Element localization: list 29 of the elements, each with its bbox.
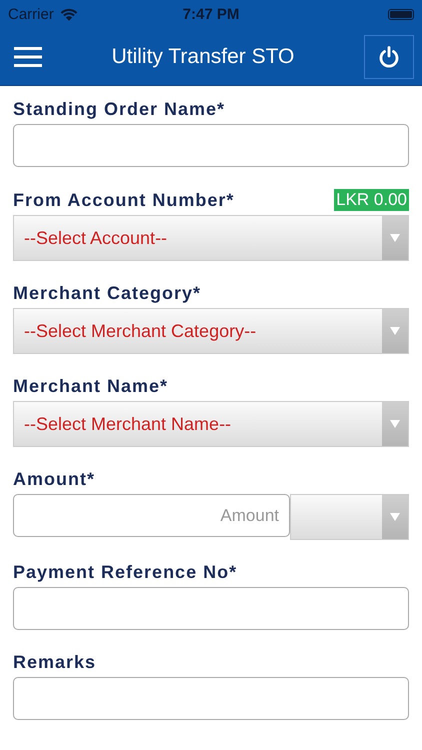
balance-label: LKR 0.00 — [334, 189, 409, 211]
power-button[interactable] — [364, 34, 414, 78]
battery-icon — [388, 8, 414, 20]
field-label: Payment Reference No* — [13, 562, 238, 583]
field-label: Standing Order Name* — [13, 99, 226, 120]
field-label: Merchant Category* — [13, 283, 202, 304]
clock-time: 7:47 PM — [182, 6, 240, 22]
dropdown[interactable]: --Select Merchant Name-- — [13, 401, 409, 447]
menu-button[interactable] — [14, 46, 42, 68]
wifi-icon — [60, 8, 78, 20]
power-icon — [377, 44, 401, 68]
menu-icon — [14, 46, 42, 68]
carrier-name: Carrier — [8, 6, 54, 22]
input-field[interactable] — [13, 124, 409, 167]
dropdown-arrow-icon — [390, 420, 400, 428]
dropdown[interactable]: --Select Account-- — [13, 215, 409, 261]
dropdown-arrow-icon — [390, 234, 400, 242]
amount-field[interactable]: Amount — [13, 494, 290, 537]
dropdown-arrow-icon — [390, 327, 400, 335]
input-field[interactable] — [13, 587, 409, 630]
dropdown-arrow-icon — [390, 513, 400, 521]
dropdown[interactable]: --Select Merchant Category-- — [13, 308, 409, 354]
field-label: Merchant Name* — [13, 376, 168, 397]
field-label: From Account Number* — [13, 190, 234, 211]
input-field[interactable] — [13, 677, 409, 720]
dropdown[interactable] — [290, 494, 409, 540]
field-label: Remarks — [13, 652, 96, 673]
screen-title: Utility Transfer STO — [110, 44, 296, 68]
field-label: Amount* — [13, 469, 95, 490]
